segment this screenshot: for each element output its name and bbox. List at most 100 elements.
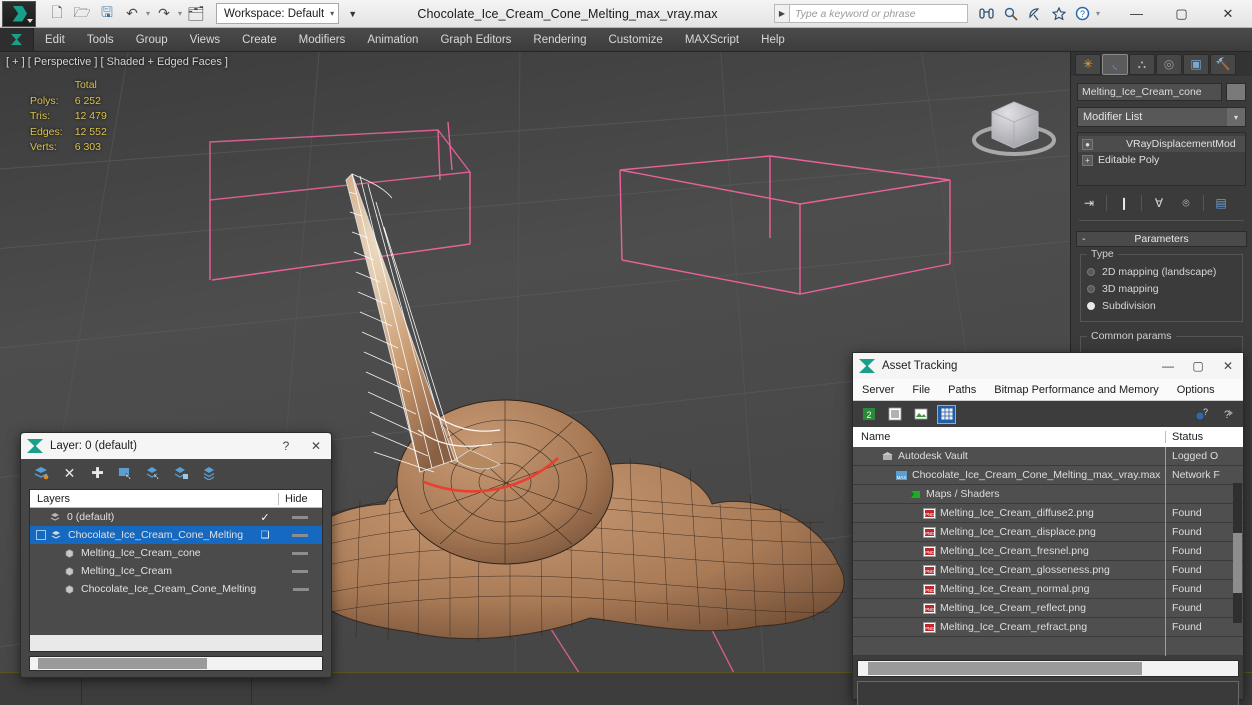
- asset-row-refract[interactable]: Melting_Ice_Cream_refract.png Found: [853, 617, 1243, 637]
- layer-row-melting-ice-cream-cone[interactable]: Melting_Ice_Cream_cone: [30, 544, 322, 562]
- hide-toggle[interactable]: [278, 551, 322, 555]
- hide-toggle[interactable]: [278, 515, 322, 519]
- asset-row-reflect[interactable]: Melting_Ice_Cream_reflect.png Found: [853, 598, 1243, 618]
- layer-row-0-default[interactable]: 0 (default) ✓: [30, 508, 322, 526]
- layer-row-melting-ice-cream[interactable]: Melting_Ice_Cream: [30, 562, 322, 580]
- hide-toggle[interactable]: [278, 533, 322, 537]
- minimize-button[interactable]: —: [1153, 353, 1183, 379]
- close-button[interactable]: ✕: [1204, 0, 1252, 27]
- delete-layer-icon[interactable]: ✕: [61, 465, 78, 482]
- asset-list-horizontal-scrollbar[interactable]: [857, 660, 1239, 677]
- open-file-icon[interactable]: 🗁: [71, 3, 93, 25]
- maximize-button[interactable]: ▢: [1159, 0, 1204, 27]
- workspace-dropdown-button[interactable]: ▼: [344, 9, 361, 19]
- viewport-label[interactable]: [ + ] [ Perspective ] [ Shaded + Edged F…: [6, 56, 228, 68]
- object-name-field[interactable]: Melting_Ice_Cream_cone: [1077, 83, 1222, 101]
- hide-checkbox[interactable]: ❑: [252, 530, 278, 541]
- asset-tracking-dialog[interactable]: Asset Tracking — ▢ ✕ Server File Paths B…: [852, 352, 1244, 705]
- menu-item-paths[interactable]: Paths: [939, 384, 985, 396]
- magnifier-icon[interactable]: [1000, 3, 1022, 25]
- asset-list[interactable]: Name Status Autodesk Vault Logged O MAX …: [853, 427, 1243, 656]
- asset-tracking-titlebar[interactable]: Asset Tracking — ▢ ✕: [853, 353, 1243, 379]
- layer-dialog[interactable]: Layer: 0 (default) ? ✕ ✕ ✚ Layers Hide 0…: [20, 432, 332, 678]
- rollout-collapse-icon[interactable]: -: [1082, 233, 1086, 245]
- menu-item-views[interactable]: Views: [179, 28, 231, 52]
- hierarchy-tab[interactable]: ⛬: [1129, 53, 1155, 75]
- close-button[interactable]: ✕: [1213, 353, 1243, 379]
- set-current-layer-icon[interactable]: [201, 465, 218, 482]
- radio-3d-mapping[interactable]: 3D mapping: [1087, 280, 1236, 297]
- column-header-status[interactable]: Status: [1165, 431, 1243, 443]
- favorites-star-icon[interactable]: [1048, 3, 1070, 25]
- layer-row-chocolate-ice-cream-cone-melting[interactable]: Chocolate_Ice_Cream_Cone_Melting ❑: [30, 526, 322, 544]
- add-selection-to-layer-icon[interactable]: [173, 465, 190, 482]
- parameters-rollout-header[interactable]: - Parameters: [1076, 231, 1247, 247]
- select-highlighted-objects-icon[interactable]: [145, 465, 162, 482]
- application-menu-button[interactable]: [2, 0, 36, 27]
- menu-item-tools[interactable]: Tools: [76, 28, 125, 52]
- help-button[interactable]: ?: [271, 433, 301, 459]
- new-file-icon[interactable]: 🗋: [46, 3, 68, 25]
- undo-dropdown-icon[interactable]: ▾: [146, 9, 150, 18]
- pin-stack-button[interactable]: ⇥: [1079, 193, 1099, 213]
- vault-login-icon[interactable]: 2: [859, 405, 878, 424]
- menu-item-rendering[interactable]: Rendering: [522, 28, 597, 52]
- close-button[interactable]: ✕: [301, 433, 331, 459]
- modifier-stack-item-editable-poly[interactable]: + Editable Poly: [1078, 152, 1245, 168]
- motion-tab[interactable]: ◎: [1156, 53, 1182, 75]
- help-icon[interactable]: ?: [1192, 405, 1211, 424]
- menu-item-server[interactable]: Server: [853, 384, 903, 396]
- grid-view-icon[interactable]: [937, 404, 956, 424]
- radio-2d-mapping[interactable]: 2D mapping (landscape): [1087, 263, 1236, 280]
- radio-subdivision[interactable]: Subdivision: [1087, 297, 1236, 314]
- help-circle-icon[interactable]: ?: [1072, 3, 1094, 25]
- maximize-button[interactable]: ▢: [1183, 353, 1213, 379]
- search-input[interactable]: Type a keyword or phrase: [789, 4, 968, 23]
- object-color-swatch[interactable]: [1226, 83, 1246, 101]
- hide-toggle[interactable]: [281, 587, 322, 591]
- asset-row-scene-file[interactable]: MAX Chocolate_Ice_Cream_Cone_Melting_max…: [853, 465, 1243, 485]
- search-dropdown-icon[interactable]: ▶: [773, 4, 790, 23]
- asset-row-normal[interactable]: Melting_Ice_Cream_normal.png Found: [853, 579, 1243, 599]
- remove-modifier-button[interactable]: ⌾: [1176, 193, 1196, 213]
- configure-modifier-sets-button[interactable]: ▤: [1211, 193, 1231, 213]
- modifier-stack-item-vraydisplacementmod[interactable]: ● VRayDisplacementMod: [1078, 136, 1245, 152]
- layer-row-chocolate-ice-cream-cone-melting-object[interactable]: Chocolate_Ice_Cream_Cone_Melting: [30, 580, 322, 598]
- layer-dialog-titlebar[interactable]: Layer: 0 (default) ? ✕: [21, 433, 331, 459]
- bitmap-view-icon[interactable]: [911, 405, 930, 424]
- modify-tab[interactable]: ◟: [1102, 53, 1128, 75]
- column-header-layers[interactable]: Layers: [30, 493, 278, 505]
- menu-item-maxscript[interactable]: MAXScript: [674, 28, 750, 52]
- asset-row-autodesk-vault[interactable]: Autodesk Vault Logged O: [853, 446, 1243, 466]
- expand-box-icon[interactable]: [36, 530, 46, 540]
- project-folder-icon[interactable]: 🗂: [185, 3, 207, 25]
- scrollbar-thumb[interactable]: [38, 658, 208, 669]
- menu-item-group[interactable]: Group: [125, 28, 179, 52]
- asset-list-vertical-scrollbar[interactable]: [1233, 483, 1242, 623]
- redo-icon[interactable]: ↷: [153, 3, 175, 25]
- menu-item-edit[interactable]: Edit: [34, 28, 76, 52]
- column-header-name[interactable]: Name: [853, 431, 1165, 443]
- satellite-icon[interactable]: [1024, 3, 1046, 25]
- make-unique-button[interactable]: ∀: [1149, 193, 1169, 213]
- save-file-icon[interactable]: 🖫: [96, 3, 118, 25]
- menu-item-bitmap-performance-and-memory[interactable]: Bitmap Performance and Memory: [985, 384, 1167, 396]
- scrollbar-thumb[interactable]: [868, 662, 1142, 675]
- add-layer-icon[interactable]: ✚: [89, 465, 106, 482]
- asset-row-glosseness[interactable]: Melting_Ice_Cream_glosseness.png Found: [853, 560, 1243, 580]
- minimize-button[interactable]: —: [1114, 0, 1159, 27]
- undo-icon[interactable]: ↶: [121, 3, 143, 25]
- hide-toggle[interactable]: [278, 569, 322, 573]
- create-tab[interactable]: ✳: [1075, 53, 1101, 75]
- menu-item-create[interactable]: Create: [231, 28, 288, 52]
- menu-item-help[interactable]: Help: [750, 28, 796, 52]
- menu-item-animation[interactable]: Animation: [356, 28, 429, 52]
- select-objects-in-layer-icon[interactable]: [117, 465, 134, 482]
- layer-horizontal-scrollbar[interactable]: [29, 656, 323, 671]
- help-dropdown-icon[interactable]: ▾: [1096, 9, 1100, 18]
- plus-box-icon[interactable]: +: [1082, 154, 1093, 166]
- scrollbar-thumb[interactable]: [1233, 533, 1242, 593]
- asset-row-displace[interactable]: Melting_Ice_Cream_displace.png Found: [853, 522, 1243, 542]
- context-help-icon[interactable]: ?: [1218, 405, 1237, 424]
- utilities-tab[interactable]: 🔨: [1210, 53, 1236, 75]
